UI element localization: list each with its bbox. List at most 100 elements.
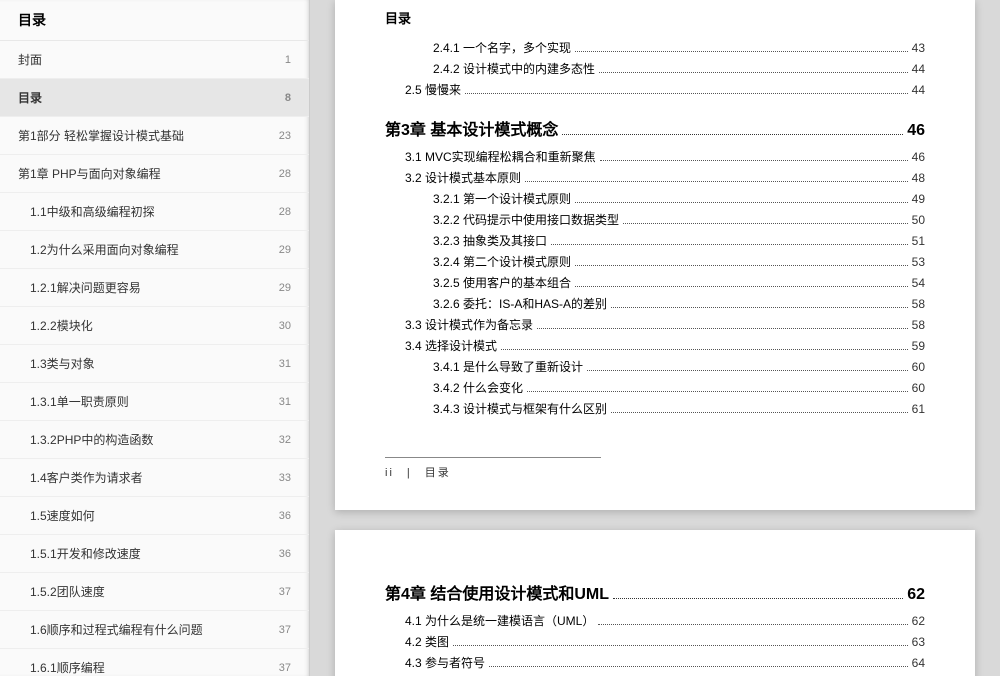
toc-item[interactable]: 目录8 bbox=[0, 79, 309, 117]
toc-item-page: 32 bbox=[279, 434, 291, 446]
leader-dots bbox=[501, 349, 908, 350]
leader-dots bbox=[613, 598, 903, 599]
entry-title: 4.1 为什么是统一建模语言（UML） bbox=[405, 612, 594, 629]
toc-entry: 3.2.4 第二个设计模式原则53 bbox=[385, 253, 925, 270]
entry-title: 3.4.2 什么会变化 bbox=[433, 379, 523, 396]
toc-entry: 3.2 设计模式基本原则 48 bbox=[385, 169, 925, 186]
toc-item[interactable]: 1.2.1解决问题更容易 29 bbox=[0, 269, 309, 307]
entry-title: 4.3 参与者符号 bbox=[405, 654, 485, 671]
entry-page-number: 44 bbox=[912, 62, 925, 76]
leader-dots bbox=[537, 328, 908, 329]
toc-item[interactable]: 1.4客户类作为请求者33 bbox=[0, 459, 309, 497]
document-page-2: 第4章 结合使用设计模式和UML 62 4.1 为什么是统一建模语言（UML） 6… bbox=[335, 530, 975, 676]
entry-title: 3.1 MVC实现编程松耦合和重新聚焦 bbox=[405, 148, 596, 165]
toc-item[interactable]: 1.3.1单一职责原则31 bbox=[0, 383, 309, 421]
toc-item[interactable]: 1.6顺序和过程式编程有什么问题 37 bbox=[0, 611, 309, 649]
entry-page-number: 60 bbox=[912, 381, 925, 395]
toc-item-page: 29 bbox=[279, 282, 291, 294]
toc-item[interactable]: 1.5.2团队速度37 bbox=[0, 573, 309, 611]
toc-entry: 3.2.3 抽象类及其接口51 bbox=[385, 232, 925, 249]
entry-page-number: 64 bbox=[912, 656, 925, 670]
toc-item[interactable]: 第1章 PHP与面向对象编程28 bbox=[0, 155, 309, 193]
leader-dots bbox=[611, 412, 908, 413]
toc-item[interactable]: 1.3.2PHP中的构造函数 32 bbox=[0, 421, 309, 459]
toc-item-label: 1.6.1顺序编程 bbox=[30, 659, 105, 676]
toc-item[interactable]: 1.2为什么采用面向对象编程29 bbox=[0, 231, 309, 269]
toc-item[interactable]: 1.5速度如何 36 bbox=[0, 497, 309, 535]
toc-item[interactable]: 1.2.2模块化30 bbox=[0, 307, 309, 345]
toc-item[interactable]: 1.5.1开发和修改速度 36 bbox=[0, 535, 309, 573]
entry-page-number: 58 bbox=[912, 318, 925, 332]
entry-page-number: 51 bbox=[912, 234, 925, 248]
entry-page-number: 60 bbox=[912, 360, 925, 374]
toc-entry: 2.5 慢慢来44 bbox=[385, 81, 925, 98]
toc-entry: 3.4.1 是什么导致了重新设计60 bbox=[385, 358, 925, 375]
entry-title: 2.4.2 设计模式中的内建多态性 bbox=[433, 60, 595, 77]
page-running-header: 目录 bbox=[385, 0, 925, 35]
toc-item-page: 31 bbox=[279, 358, 291, 370]
toc-item[interactable]: 1.3类与对象31 bbox=[0, 345, 309, 383]
toc-item[interactable]: 1.1中级和高级编程初探 28 bbox=[0, 193, 309, 231]
sidebar-header: 目录 bbox=[0, 0, 309, 41]
entry-page-number: 49 bbox=[912, 192, 925, 206]
entry-page-number: 43 bbox=[912, 41, 925, 55]
toc-item-page: 36 bbox=[279, 548, 291, 560]
document-viewport[interactable]: 目录 2.4.1 一个名字，多个实现432.4.2 设计模式中的内建多态性442… bbox=[310, 0, 1000, 676]
toc-item-label: 1.1中级和高级编程初探 bbox=[30, 203, 155, 220]
entry-page-number: 44 bbox=[912, 83, 925, 97]
leader-dots bbox=[575, 202, 908, 203]
toc-item-page: 37 bbox=[279, 624, 291, 636]
leader-dots bbox=[575, 286, 908, 287]
toc-item[interactable]: 封面1 bbox=[0, 41, 309, 79]
entry-page-number: 59 bbox=[912, 339, 925, 353]
toc-item-label: 第1部分 轻松掌握设计模式基础 bbox=[18, 127, 184, 144]
toc-item-label: 1.3.2PHP中的构造函数 bbox=[30, 431, 153, 448]
toc-item[interactable]: 1.6.1顺序编程37 bbox=[0, 649, 309, 676]
chapter-title: 第3章 基本设计模式概念 bbox=[385, 116, 558, 140]
toc-entry: 3.3 设计模式作为备忘录 58 bbox=[385, 316, 925, 333]
toc-item[interactable]: 第1部分 轻松掌握设计模式基础 23 bbox=[0, 117, 309, 155]
toc-entry: 2.4.1 一个名字，多个实现43 bbox=[385, 39, 925, 56]
toc-item-page: 37 bbox=[279, 586, 291, 598]
leader-dots bbox=[465, 93, 908, 94]
sidebar-toc[interactable]: 目录 封面1目录8 第1部分 轻松掌握设计模式基础 23 第1章 PHP与面向对象编程… bbox=[0, 0, 310, 676]
toc-item-label: 1.2.1解决问题更容易 bbox=[30, 279, 141, 296]
entry-title: 3.3 设计模式作为备忘录 bbox=[405, 316, 533, 333]
toc-entry: 2.4.2 设计模式中的内建多态性 44 bbox=[385, 60, 925, 77]
entry-page-number: 48 bbox=[912, 171, 925, 185]
toc-entry: 3.4.2 什么会变化 60 bbox=[385, 379, 925, 396]
leader-dots bbox=[562, 134, 903, 135]
entry-page-number: 58 bbox=[912, 297, 925, 311]
chapter-page-number: 62 bbox=[907, 586, 925, 604]
leader-dots bbox=[527, 391, 908, 392]
toc-entry: 4.2 类图63 bbox=[385, 633, 925, 650]
toc-item-page: 28 bbox=[279, 206, 291, 218]
leader-dots bbox=[600, 160, 908, 161]
chapter-heading: 第3章 基本设计模式概念 46 bbox=[385, 116, 925, 140]
leader-dots bbox=[489, 666, 908, 667]
toc-item-label: 1.6顺序和过程式编程有什么问题 bbox=[30, 621, 203, 638]
toc-item-page: 23 bbox=[279, 130, 291, 142]
entry-page-number: 62 bbox=[912, 614, 925, 628]
entry-title: 3.4.3 设计模式与框架有什么区别 bbox=[433, 400, 607, 417]
toc-item-label: 1.5速度如何 bbox=[30, 507, 95, 524]
entry-page-number: 54 bbox=[912, 276, 925, 290]
entry-title: 3.2.2 代码提示中使用接口数据类型 bbox=[433, 211, 619, 228]
chapter-title: 第4章 结合使用设计模式和UML bbox=[385, 580, 609, 604]
chapter-page-number: 46 bbox=[907, 122, 925, 140]
entry-title: 3.2.6 委托：IS-A和HAS-A的差别 bbox=[433, 295, 607, 312]
toc-item-page: 1 bbox=[285, 54, 291, 66]
toc-item-label: 1.5.1开发和修改速度 bbox=[30, 545, 141, 562]
entry-title: 3.2 设计模式基本原则 bbox=[405, 169, 521, 186]
leader-dots bbox=[623, 223, 908, 224]
toc-item-page: 36 bbox=[279, 510, 291, 522]
toc-item-page: 8 bbox=[285, 92, 291, 104]
toc-entry: 3.2.5 使用客户的基本组合54 bbox=[385, 274, 925, 291]
leader-dots bbox=[598, 624, 907, 625]
leader-dots bbox=[575, 265, 908, 266]
entry-title: 3.2.4 第二个设计模式原则 bbox=[433, 253, 571, 270]
toc-entry: 4.1 为什么是统一建模语言（UML） 62 bbox=[385, 612, 925, 629]
entry-title: 4.2 类图 bbox=[405, 633, 449, 650]
toc-item-page: 28 bbox=[279, 168, 291, 180]
entry-page-number: 50 bbox=[912, 213, 925, 227]
